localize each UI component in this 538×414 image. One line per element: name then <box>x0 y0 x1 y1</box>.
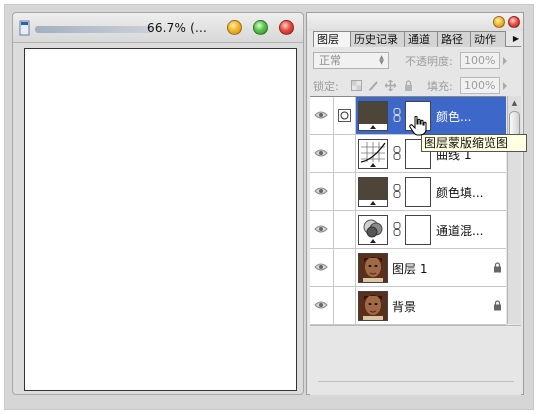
visibility-toggle[interactable] <box>310 249 334 286</box>
fill-field[interactable]: 100% <box>460 77 500 94</box>
lock-transparency-icon[interactable] <box>351 80 362 91</box>
close-button[interactable] <box>279 20 294 35</box>
lock-row: 锁定: 填充: 100% <box>313 77 521 95</box>
eye-icon <box>314 111 328 119</box>
select-arrows-icon: ▲ ▼ <box>379 54 384 66</box>
eye-icon <box>314 301 328 309</box>
visibility-toggle[interactable] <box>310 135 334 172</box>
visibility-toggle[interactable] <box>310 211 334 248</box>
tab-history[interactable]: 历史记录 <box>350 31 405 47</box>
panel-menu-arrow-icon[interactable]: ▶ <box>511 31 521 47</box>
mask-link-icon[interactable] <box>393 146 401 160</box>
eye-icon <box>314 187 328 195</box>
layer-name: 通道混... <box>436 224 484 238</box>
divider <box>318 381 514 382</box>
layer-main[interactable]: 颜色... <box>356 97 506 134</box>
zoom-button[interactable] <box>253 20 268 35</box>
visibility-toggle[interactable] <box>310 287 334 324</box>
layer-row[interactable]: 背景 <box>310 287 506 325</box>
layer-row[interactable]: 颜色填... <box>310 173 506 211</box>
blend-mode-value: 正常 <box>319 54 341 67</box>
layer-mask-thumbnail[interactable] <box>405 177 431 207</box>
opacity-label: 不透明度: <box>405 55 453 68</box>
hand-cursor-icon <box>409 116 427 136</box>
layer-thumbnail[interactable] <box>358 101 388 131</box>
layer-mask-thumbnail[interactable] <box>405 215 431 245</box>
scroll-up-icon[interactable]: ▲ <box>508 96 521 110</box>
channel-mixer-thumbnail-icon[interactable] <box>358 215 388 245</box>
layer-main[interactable]: 通道混... <box>356 211 506 248</box>
layer-name: 颜色... <box>436 110 472 124</box>
panel-minimize-button[interactable] <box>493 16 505 28</box>
layer-link-cell[interactable] <box>334 173 356 210</box>
layer-row[interactable]: 通道混... <box>310 211 506 249</box>
adjustment-icon <box>338 109 351 122</box>
minimize-button[interactable] <box>227 20 242 35</box>
layer-link-cell[interactable] <box>334 97 356 134</box>
layer-row[interactable]: 颜色... <box>310 97 506 135</box>
mask-link-icon[interactable] <box>393 184 401 198</box>
document-zoom-title: 66.7% (... <box>147 21 208 35</box>
lock-label: 锁定: <box>313 80 339 93</box>
lock-icon <box>494 262 501 273</box>
portrait-thumbnail[interactable] <box>358 253 388 283</box>
document-canvas[interactable] <box>24 48 297 391</box>
tab-layers[interactable]: 图层 <box>313 31 351 47</box>
blend-row: 正常 ▲ ▼ 不透明度: 100% <box>313 52 521 70</box>
panel-tabs: 图层 历史记录 通道 路径 动作 ▶ <box>313 31 521 47</box>
eye-icon <box>314 149 328 157</box>
visibility-toggle[interactable] <box>310 97 334 134</box>
mask-link-icon[interactable] <box>393 222 401 236</box>
tab-actions[interactable]: 动作 <box>470 31 506 47</box>
panel-titlebar[interactable] <box>307 13 523 31</box>
document-window: 66.7% (... <box>12 12 304 395</box>
layer-row[interactable]: 图层 1 <box>310 249 506 287</box>
layer-list: 颜色... 曲线 1 颜色填... 通道混... 图层 1 背景 <box>310 96 506 325</box>
panel-close-button[interactable] <box>508 16 520 28</box>
layer-main[interactable]: 图层 1 <box>356 249 506 286</box>
lock-position-icon[interactable] <box>385 80 396 91</box>
blend-mode-select[interactable]: 正常 ▲ ▼ <box>313 52 389 69</box>
opacity-slider-arrow-icon[interactable] <box>503 57 507 65</box>
eye-icon <box>314 225 328 233</box>
layers-panel: 图层 历史记录 通道 路径 动作 ▶ 正常 ▲ ▼ 不透明度: 100% 锁定: … <box>306 12 524 395</box>
fill-label: 填充: <box>427 80 453 93</box>
eye-icon <box>314 263 328 271</box>
fill-slider-arrow-icon[interactable] <box>503 82 507 90</box>
document-titlebar[interactable]: 66.7% (... <box>13 13 303 43</box>
mask-link-icon[interactable] <box>393 108 401 122</box>
tab-paths[interactable]: 路径 <box>437 31 471 47</box>
opacity-field[interactable]: 100% <box>460 52 500 69</box>
layer-name: 颜色填... <box>436 186 484 200</box>
layer-link-cell[interactable] <box>334 287 356 324</box>
document-icon <box>19 20 30 36</box>
lock-icon <box>494 300 501 311</box>
visibility-toggle[interactable] <box>310 173 334 210</box>
tooltip: 图层蒙版缩览图 <box>421 134 527 152</box>
layer-main[interactable]: 背景 <box>356 287 506 324</box>
layer-link-cell[interactable] <box>334 211 356 248</box>
layer-link-cell[interactable] <box>334 249 356 286</box>
tab-channels[interactable]: 通道 <box>404 31 438 47</box>
layer-list-scrollbar[interactable]: ▲ <box>507 96 521 324</box>
layer-thumbnail[interactable] <box>358 177 388 207</box>
lock-all-icon[interactable] <box>403 80 414 91</box>
layer-name: 图层 1 <box>392 262 428 276</box>
layer-link-cell[interactable] <box>334 135 356 172</box>
document-name-blurred <box>35 26 153 33</box>
portrait-thumbnail[interactable] <box>358 291 388 321</box>
layer-main[interactable]: 颜色填... <box>356 173 506 210</box>
lock-pixels-icon[interactable] <box>368 80 379 91</box>
panel-bottom-area <box>310 325 521 395</box>
layer-name: 背景 <box>392 300 417 314</box>
curves-thumbnail-icon[interactable] <box>358 139 388 169</box>
